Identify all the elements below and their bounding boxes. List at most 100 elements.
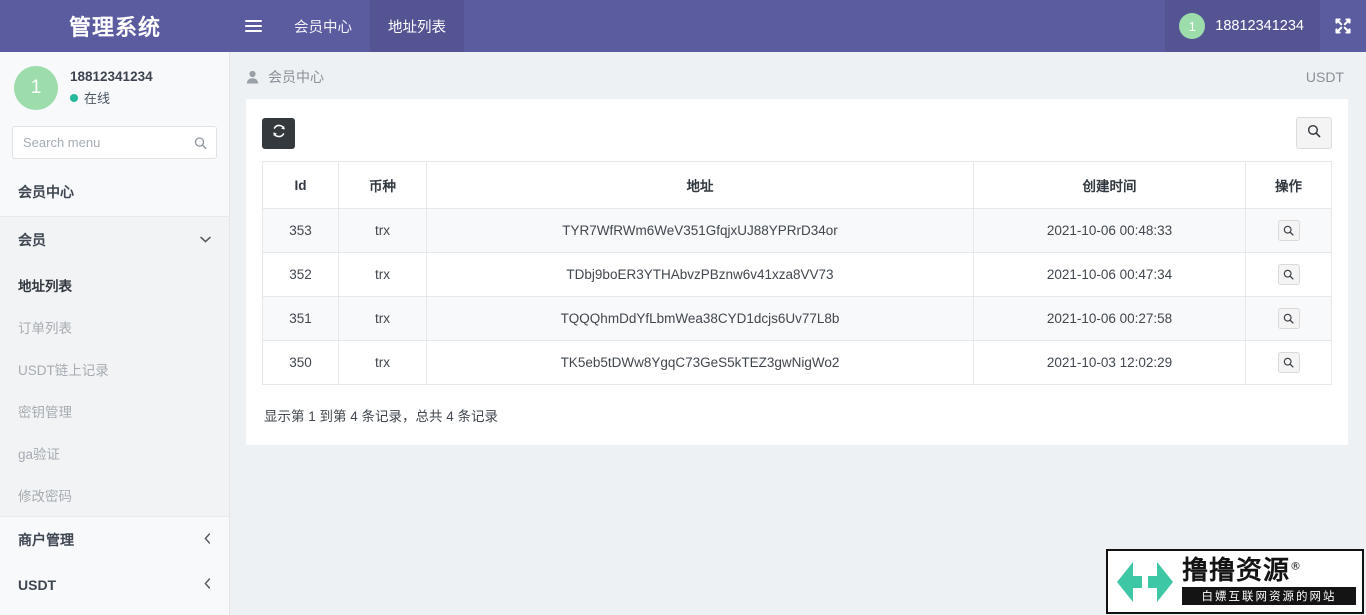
sidebar-item-usdt[interactable]: USDT (0, 564, 229, 607)
sidebar-item-label: 会员中心 (18, 184, 74, 200)
row-view-button[interactable] (1277, 308, 1300, 329)
row-view-button[interactable] (1277, 264, 1300, 285)
cell-action (1245, 340, 1332, 385)
top-navbar: 管理系统 会员中心 地址列表 1 18812341234 (0, 0, 1366, 52)
search-input[interactable] (13, 127, 216, 158)
sidebar-profile-info: 18812341234 在线 (70, 69, 153, 107)
fullscreen-expand-icon[interactable] (1320, 0, 1366, 52)
cell-action (1245, 252, 1332, 297)
sidebar: 1 18812341234 在线 Search menu 会员中心 会员 地址列… (0, 52, 230, 615)
content-area: 会员中心 USDT Id 币种 地址 创建时间 操作 353 trx TYR7W… (230, 52, 1366, 615)
table-header-row: Id 币种 地址 创建时间 操作 (262, 161, 1332, 209)
navbar-spacer (464, 0, 1165, 52)
brand-title: 管理系统 (68, 15, 161, 40)
sidebar-avatar: 1 (14, 66, 58, 110)
breadcrumb-right-label: USDT (1305, 69, 1344, 85)
watermark-registered-mark: ® (1290, 559, 1303, 573)
table-row[interactable]: 352 trx TDbj9boER3YTHAbvzPBznw6v41xza8VV… (262, 252, 1332, 297)
sidebar-profile-phone: 18812341234 (70, 69, 153, 84)
cell-created: 2021-10-06 00:27:58 (973, 296, 1246, 341)
cell-created: 2021-10-03 12:02:29 (973, 340, 1246, 385)
column-header-action[interactable]: 操作 (1245, 161, 1332, 209)
table-row[interactable]: 350 trx TK5eb5tDWw8YgqC73GeS5kTEZ3gwNigW… (262, 340, 1332, 385)
cell-action (1245, 296, 1332, 341)
sidebar-item-ga-verify[interactable]: ga验证 (0, 432, 229, 474)
sidebar-item-member[interactable]: 会员 地址列表 订单列表 USDT链上记录 密钥管理 ga验证 修改密码 (0, 216, 229, 517)
sidebar-item-merchant-management[interactable]: 商户管理 (0, 517, 229, 564)
watermark-title-text: 撸撸资源 (1182, 555, 1291, 586)
watermark-logo-icon (1114, 556, 1176, 608)
column-header-id[interactable]: Id (262, 161, 339, 209)
cell-address: TDbj9boER3YTHAbvzPBznw6v41xza8VV73 (426, 252, 974, 297)
column-header-created[interactable]: 创建时间 (973, 161, 1246, 209)
table-panel: Id 币种 地址 创建时间 操作 353 trx TYR7WfRWm6WeV35… (246, 99, 1348, 445)
sidebar-item-address-list[interactable]: 地址列表 (0, 264, 229, 306)
cell-coin: trx (338, 340, 427, 385)
table-head: Id 币种 地址 创建时间 操作 (262, 161, 1332, 209)
online-status-dot-icon (70, 93, 78, 102)
watermark-subtitle: 白嫖互联网资源的网站 (1182, 587, 1356, 606)
chevron-left-icon (204, 533, 211, 547)
breadcrumb-label: 会员中心 (268, 69, 324, 85)
chevron-down-icon (200, 235, 211, 246)
sidebar-profile: 1 18812341234 在线 (0, 52, 229, 122)
sidebar-item-usdt-row[interactable]: USDT (0, 564, 229, 607)
sidebar-item-member-center[interactable]: 会员中心 (0, 169, 229, 216)
cell-address: TQQQhmDdYfLbmWea38CYD1dcjs6Uv77L8b (426, 296, 974, 341)
sidebar-item-key-management[interactable]: 密钥管理 (0, 390, 229, 432)
search-icon (1307, 124, 1321, 143)
app-root: 管理系统 会员中心 地址列表 1 18812341234 1 188123412… (0, 0, 1366, 615)
sidebar-item-change-password[interactable]: 修改密码 (0, 474, 229, 516)
navbar-avatar: 1 (1179, 13, 1206, 39)
table-search-button[interactable] (1296, 117, 1332, 149)
refresh-button[interactable] (262, 117, 295, 149)
sidebar-item-order-list[interactable]: 订单列表 (0, 306, 229, 348)
cell-created: 2021-10-06 00:48:33 (973, 208, 1246, 253)
column-header-address[interactable]: 地址 (426, 161, 974, 209)
hamburger-bars (244, 17, 262, 35)
sidebar-submenu-member: 地址列表 订单列表 USDT链上记录 密钥管理 ga验证 修改密码 (0, 264, 229, 516)
sidebar-item-member-center-row[interactable]: 会员中心 (0, 169, 229, 216)
hamburger-menu-icon[interactable] (230, 0, 276, 52)
sidebar-item-label: 会员 (18, 232, 46, 248)
refresh-icon (272, 124, 286, 143)
cell-address: TYR7WfRWm6WeV351GfqjxUJ88YPRrD34or (426, 208, 974, 253)
address-table: Id 币种 地址 创建时间 操作 353 trx TYR7WfRWm6WeV35… (262, 161, 1332, 385)
watermark-text-group: 撸撸资源® 白嫖互联网资源的网站 (1182, 555, 1356, 606)
breadcrumb-bar: 会员中心 USDT (230, 52, 1366, 99)
row-view-button[interactable] (1277, 352, 1300, 373)
chevron-left-icon (204, 578, 211, 592)
table-row[interactable]: 351 trx TQQQhmDdYfLbmWea38CYD1dcjs6Uv77L… (262, 296, 1332, 341)
cell-coin: trx (338, 296, 427, 341)
cell-id: 353 (262, 208, 339, 253)
sidebar-menu: 会员中心 会员 地址列表 订单列表 USDT链上记录 密钥管理 ga验证 修改密… (0, 169, 229, 607)
sidebar-search-box[interactable] (12, 126, 217, 159)
watermark-badge: 撸撸资源® 白嫖互联网资源的网站 (1106, 549, 1364, 614)
navbar-username: 18812341234 (1215, 18, 1304, 34)
nav-tab-member-center[interactable]: 会员中心 (276, 0, 370, 52)
cell-id: 352 (262, 252, 339, 297)
cell-coin: trx (338, 208, 427, 253)
cell-id: 350 (262, 340, 339, 385)
navbar-user-menu[interactable]: 1 18812341234 (1165, 0, 1320, 52)
table-body: 353 trx TYR7WfRWm6WeV351GfqjxUJ88YPRrD34… (262, 208, 1332, 385)
table-toolbar (262, 113, 1332, 161)
sidebar-item-member-row[interactable]: 会员 (0, 217, 229, 264)
sidebar-item-label: USDT (18, 577, 57, 593)
nav-tab-address-list[interactable]: 地址列表 (370, 0, 464, 52)
sidebar-profile-status: 在线 (70, 88, 153, 107)
cell-created: 2021-10-06 00:47:34 (973, 252, 1246, 297)
table-record-summary: 显示第 1 到第 4 条记录，总共 4 条记录 (264, 409, 499, 424)
table-row[interactable]: 353 trx TYR7WfRWm6WeV351GfqjxUJ88YPRrD34… (262, 208, 1332, 253)
cell-coin: trx (338, 252, 427, 297)
sidebar-item-usdt-chain-records[interactable]: USDT链上记录 (0, 348, 229, 390)
sidebar-profile-status-label: 在线 (84, 91, 111, 106)
breadcrumb: 会员中心 (246, 67, 324, 87)
sidebar-item-merchant-management-row[interactable]: 商户管理 (0, 517, 229, 564)
cell-address: TK5eb5tDWw8YgqC73GeS5kTEZ3gwNigWo2 (426, 340, 974, 385)
cell-id: 351 (262, 296, 339, 341)
column-header-coin[interactable]: 币种 (338, 161, 427, 209)
sidebar-search-wrap (0, 122, 229, 169)
watermark-title: 撸撸资源® (1182, 555, 1356, 586)
row-view-button[interactable] (1277, 220, 1300, 241)
